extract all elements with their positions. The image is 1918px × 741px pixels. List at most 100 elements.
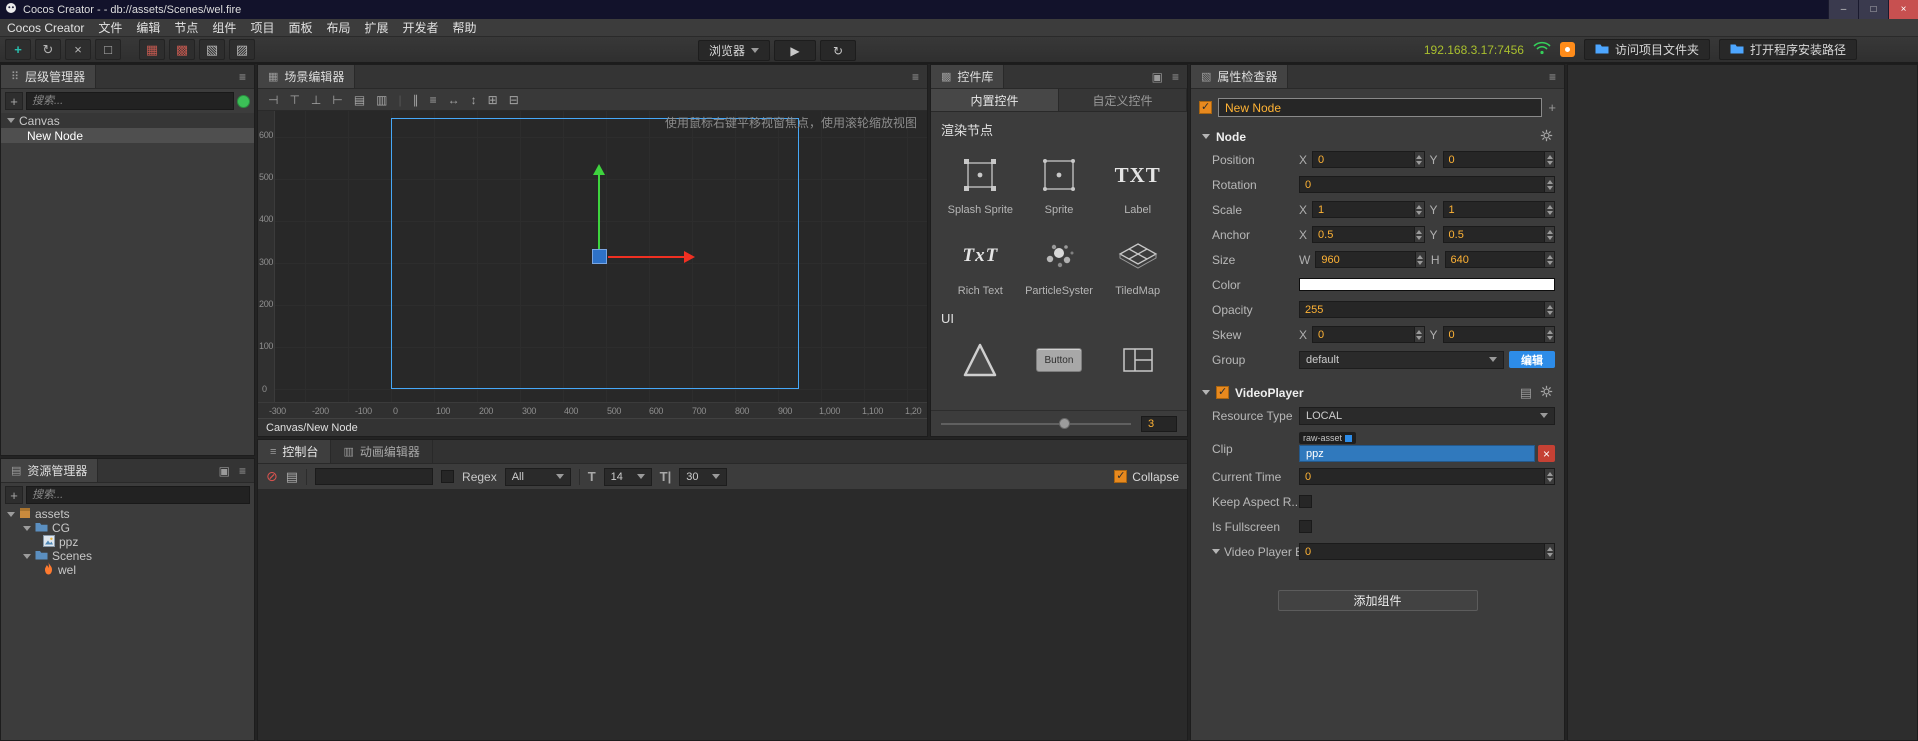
scene-viewport[interactable]: 使用鼠标右键平移视窗焦点，使用滚轮缩放视图 600 500 400 300 20… [258,111,927,418]
node-section-header[interactable]: Node [1197,126,1558,147]
create-node-button[interactable]: + [5,92,23,110]
position-y-input[interactable] [1442,151,1555,168]
menu-project[interactable]: 项目 [243,19,281,36]
expander-icon[interactable] [7,118,15,123]
menu-layout[interactable]: 布局 [319,19,357,36]
keep-aspect-checkbox[interactable] [1299,495,1312,508]
widget-item-tiledmap[interactable]: TiledMap [1098,232,1177,297]
widget-item-canvas[interactable] [941,336,1020,384]
stepper[interactable] [1544,177,1554,192]
anchor-y-input[interactable] [1442,226,1555,243]
stepper[interactable] [1544,227,1554,242]
gizmo-x-arrow-icon[interactable] [684,251,695,263]
menu-node[interactable]: 节点 [167,19,205,36]
collapse-checkbox[interactable] [1114,470,1128,483]
stepper[interactable] [1413,327,1424,342]
resource-type-select[interactable]: LOCAL [1299,406,1555,425]
move-tool-button[interactable]: + [5,39,31,60]
console-filter-input[interactable] [315,468,434,485]
asset-row-ppz[interactable]: ppz [1,534,254,549]
rect-tool-button[interactable]: □ [95,39,121,60]
hierarchy-option-icon[interactable] [237,94,250,108]
widget-item-layout[interactable] [1098,336,1177,384]
toolbar-extra-button-3[interactable]: ▧ [199,39,225,60]
panel-menu-icon[interactable]: ≡ [1172,70,1179,84]
menu-edit[interactable]: 编辑 [129,19,167,36]
align-columns-icon[interactable]: ▥ [376,93,387,107]
group-edit-button[interactable]: 编辑 [1509,351,1555,368]
collapse-arrow-icon[interactable] [1202,390,1210,395]
panel-menu-icon[interactable]: ≡ [239,70,246,84]
align-rows-icon[interactable]: ▤ [354,93,365,107]
skew-y-input[interactable] [1442,326,1555,343]
skew-x-input[interactable] [1312,326,1425,343]
play-button[interactable]: ▶ [774,40,817,61]
line-height-select[interactable]: 30 [679,467,728,486]
expander-icon[interactable] [23,525,31,531]
hierarchy-panel-tab[interactable]: ⠿ 层级管理器 [1,65,97,88]
toolbar-extra-button-2[interactable]: ▩ [169,39,195,60]
widget-library-tab[interactable]: ▩ 控件库 [931,65,1005,88]
minimize-button[interactable]: – [1828,0,1858,19]
distribute-vertical-icon[interactable]: ≡ [430,93,437,107]
assets-search-input[interactable] [26,486,250,504]
gizmo-y-arrow-icon[interactable] [593,164,605,175]
rotate-tool-button[interactable]: ↻ [35,39,61,60]
panel-float-icon[interactable]: ▣ [219,464,230,478]
stepper[interactable] [1544,469,1554,484]
stepper[interactable] [1544,302,1554,317]
node-active-checkbox[interactable] [1199,101,1212,114]
tab-console[interactable]: ≡ 控制台 [258,440,332,463]
slider-knob[interactable] [1058,417,1070,429]
stepper[interactable] [1414,252,1425,267]
scale-y-input[interactable] [1442,201,1555,218]
collapse-arrow-icon[interactable] [1202,134,1210,139]
tab-custom-widgets[interactable]: 自定义控件 [1059,89,1187,111]
opacity-input[interactable] [1299,301,1555,318]
align-top-icon[interactable]: ⊤ [289,93,299,107]
gear-icon[interactable] [1540,129,1553,145]
toolbar-extra-button-4[interactable]: ▨ [229,39,255,60]
stepper[interactable] [1544,252,1554,267]
videoplayer-enabled-checkbox[interactable] [1216,386,1229,399]
same-height-icon[interactable]: ↕ [471,93,477,107]
panel-float-icon[interactable]: ▣ [1152,70,1163,84]
anchor-x-input[interactable] [1312,226,1425,243]
log-level-select[interactable]: All [504,467,571,486]
expand-grid-icon[interactable]: ⊞ [488,93,498,107]
menu-cocos-creator[interactable]: Cocos Creator [0,19,91,36]
group-select[interactable]: default [1299,350,1504,369]
widget-size-slider[interactable] [941,417,1131,429]
align-bottom-icon[interactable]: ⊥ [311,93,321,107]
collapse-arrow-icon[interactable] [1212,549,1220,554]
open-install-path-button[interactable]: 打开程序安装路径 [1718,39,1857,60]
gizmo-move-handle[interactable] [592,249,607,264]
asset-row-cg[interactable]: CG [1,521,254,535]
clip-asset-field[interactable]: ppz [1299,445,1535,462]
tab-animation-editor[interactable]: ▥ 动画编辑器 [331,440,433,463]
stepper[interactable] [1413,152,1424,167]
stepper[interactable] [1544,544,1554,559]
size-h-input[interactable] [1444,251,1555,268]
menu-file[interactable]: 文件 [91,19,129,36]
inspector-panel-tab[interactable]: ▧ 属性检查器 [1191,65,1289,88]
stepper[interactable] [1413,227,1424,242]
scale-tool-button[interactable]: × [65,39,91,60]
position-x-input[interactable] [1312,151,1425,168]
gear-icon[interactable] [1540,385,1553,401]
menu-developer[interactable]: 开发者 [396,19,446,36]
refresh-button[interactable]: ↻ [820,40,857,61]
add-component-button[interactable]: 添加组件 [1277,590,1478,611]
maximize-button[interactable]: □ [1858,0,1888,19]
assets-panel-tab[interactable]: ▤ 资源管理器 [1,459,99,482]
expander-icon[interactable] [23,553,31,559]
size-w-input[interactable] [1315,251,1426,268]
widget-item-button[interactable]: Button [1020,336,1099,384]
events-count-input[interactable] [1299,543,1555,560]
create-asset-button[interactable]: + [5,486,23,504]
open-log-file-icon[interactable]: ▤ [286,469,298,485]
is-fullscreen-checkbox[interactable] [1299,520,1312,533]
menu-help[interactable]: 帮助 [446,19,484,36]
panel-menu-icon[interactable]: ≡ [239,464,246,478]
font-size-select[interactable]: 14 [603,467,652,486]
